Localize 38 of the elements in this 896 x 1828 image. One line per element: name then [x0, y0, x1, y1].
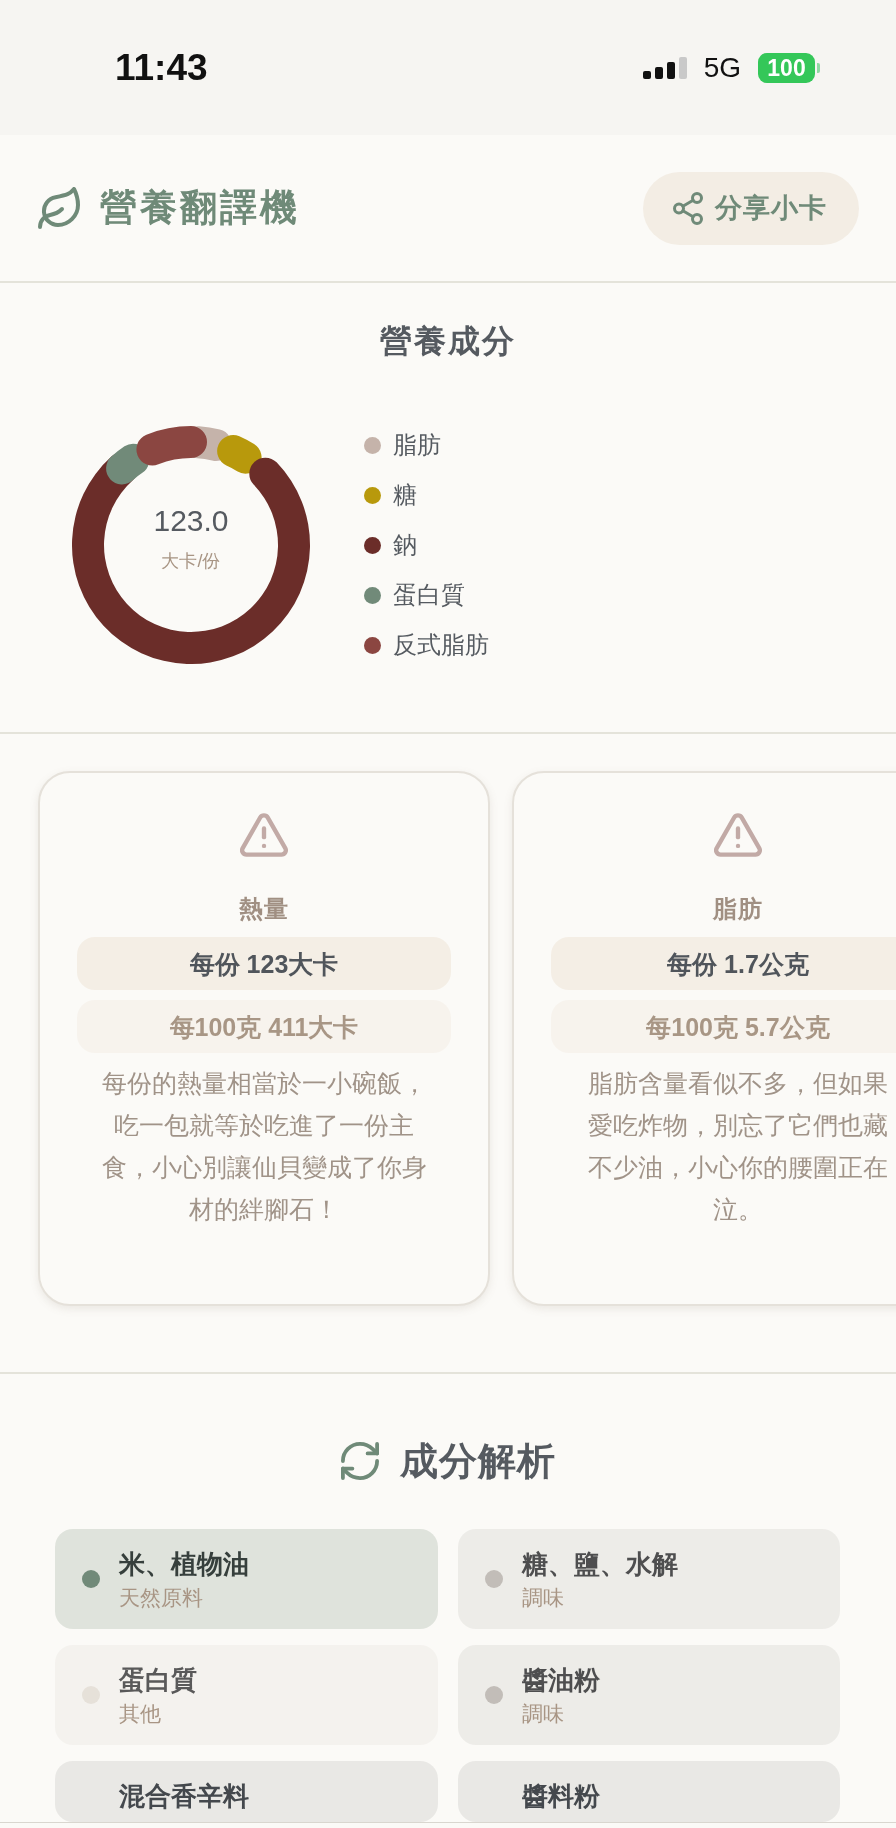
leaf-icon [38, 187, 80, 229]
ingredient-name: 醬油粉 [521, 1664, 600, 1697]
per-100g-amount: 每100克 5.7公克 [551, 1000, 896, 1053]
legend-label: 糖 [393, 480, 417, 510]
battery-percentage: 100 [758, 52, 815, 83]
app-title: 營養翻譯機 [100, 186, 300, 230]
legend-label: 反式脂肪 [393, 630, 489, 660]
nutrient-title: 脂肪 [713, 894, 763, 924]
per-serving-amount: 每份 1.7公克 [551, 937, 896, 990]
warning-icon [240, 813, 288, 857]
per-100g-amount: 每100克 411大卡 [77, 1000, 451, 1053]
nutrient-description: 每份的熱量相當於一小碗飯，吃一包就等於吃進了一份主食，小心別讓仙貝變成了你身材的絆腳石！ [100, 1068, 428, 1225]
nutrient-title: 熱量 [239, 894, 289, 924]
ingredient-name: 混合香辛料 [119, 1780, 249, 1813]
ingredient-category: 調味 [521, 1701, 564, 1727]
signal-icon [642, 56, 687, 79]
ingredient-name: 糖、鹽、水解 [521, 1548, 678, 1581]
status-time: 11:43 [115, 45, 208, 90]
refresh-icon [340, 1442, 379, 1480]
calorie-value: 123.0 [153, 503, 229, 539]
section-title: 營養成分 [380, 322, 516, 361]
share-icon [673, 191, 703, 225]
legend-label: 鈉 [393, 530, 417, 560]
ingredient-name: 米、植物油 [119, 1548, 249, 1581]
ingredient-name: 蛋白質 [119, 1664, 197, 1697]
ingredient-category: 調味 [521, 1585, 564, 1611]
ingredient-category: 天然原料 [119, 1585, 203, 1611]
ingredient-name: 醬料粉 [521, 1780, 600, 1813]
nutrient-description: 脂肪含量看似不多，但如果愛吃炸物，別忘了它們也藏不少油，小心你的腰圍正在泣。 [587, 1068, 889, 1225]
network-type: 5G [703, 50, 741, 85]
per-serving-amount: 每份 123大卡 [77, 937, 451, 990]
legend-label: 脂肪 [393, 430, 441, 460]
legend-label: 蛋白質 [393, 580, 465, 610]
calorie-unit: 大卡/份 [161, 550, 221, 573]
ingredient-category: 其他 [119, 1701, 161, 1727]
share-button[interactable]: 分享小卡 [643, 171, 859, 245]
section-title: 成分解析 [399, 1439, 556, 1484]
warning-icon [714, 813, 762, 857]
